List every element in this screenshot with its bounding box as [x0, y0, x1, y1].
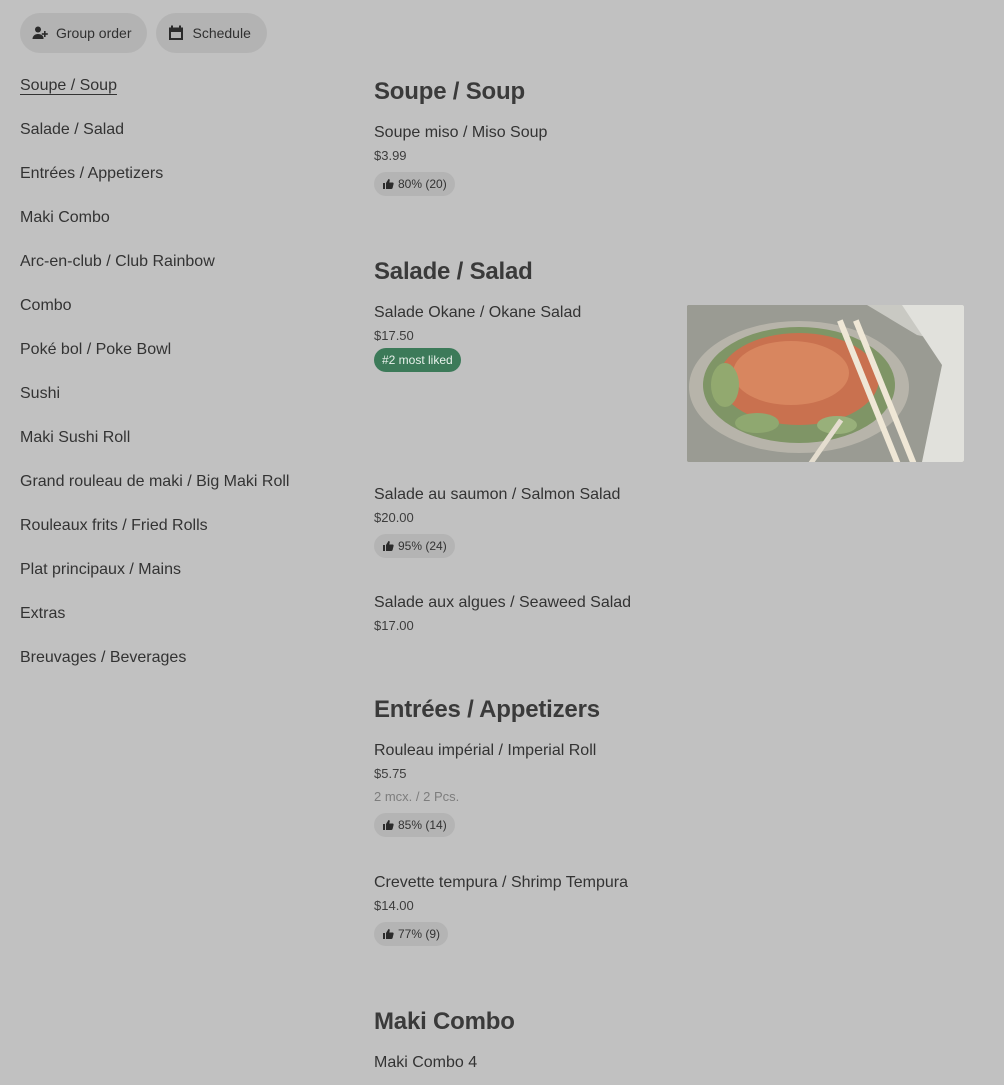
menu-item-salmon-salad[interactable]: Salade au saumon / Salmon Salad $20.00 9…	[374, 486, 964, 566]
item-name: Salade aux algues / Seaweed Salad	[374, 594, 632, 611]
item-price: $17.50	[374, 328, 414, 343]
item-name: Soupe miso / Miso Soup	[374, 124, 548, 141]
nav-item-extras[interactable]: Extras	[20, 602, 340, 646]
add-person-icon	[32, 25, 48, 41]
item-price: $5.75	[374, 766, 407, 781]
rating-text: 95% (24)	[398, 539, 447, 553]
nav-item-big-maki-roll[interactable]: Grand rouleau de maki / Big Maki Roll	[20, 470, 340, 514]
item-description: 2 mcx. / 2 Pcs.	[374, 789, 460, 804]
thumbs-up-icon	[383, 929, 394, 939]
item-name: Rouleau impérial / Imperial Roll	[374, 742, 597, 759]
rating-text: 77% (9)	[398, 927, 441, 941]
nav-item-salad[interactable]: Salade / Salad	[20, 118, 340, 162]
menu-item-imperial-roll[interactable]: Rouleau impérial / Imperial Roll $5.75 2…	[374, 742, 964, 846]
menu-item-okane-salad[interactable]: Salade Okane / Okane Salad $17.50 #2 mos…	[374, 304, 674, 384]
nav-item-label: Poké bol / Poke Bowl	[20, 341, 172, 358]
nav-item-beverages[interactable]: Breuvages / Beverages	[20, 646, 340, 690]
nav-item-label: Rouleaux frits / Fried Rolls	[20, 517, 208, 534]
item-name: Maki Combo 4	[374, 1054, 478, 1071]
category-nav: Soupe / Soup Salade / Salad Entrées / Ap…	[20, 74, 340, 690]
nav-item-sushi[interactable]: Sushi	[20, 382, 340, 426]
nav-item-poke-bowl[interactable]: Poké bol / Poke Bowl	[20, 338, 340, 382]
nav-item-mains[interactable]: Plat principaux / Mains	[20, 558, 340, 602]
nav-item-club-rainbow[interactable]: Arc-en-club / Club Rainbow	[20, 250, 340, 294]
section-title-salad: Salade / Salad	[374, 258, 533, 285]
nav-item-label: Extras	[20, 605, 66, 622]
rating-text: 80% (20)	[398, 177, 447, 191]
topbar: Group order Schedule	[20, 13, 267, 53]
nav-item-label: Entrées / Appetizers	[20, 165, 164, 182]
rating-badge: 95% (24)	[374, 534, 455, 558]
nav-item-label: Soupe / Soup	[20, 77, 117, 94]
item-name: Crevette tempura / Shrimp Tempura	[374, 874, 629, 891]
nav-item-label: Maki Sushi Roll	[20, 429, 131, 446]
nav-item-label: Combo	[20, 297, 72, 314]
group-order-label: Group order	[56, 25, 132, 41]
schedule-label: Schedule	[192, 25, 251, 41]
salad-image	[687, 305, 964, 462]
thumbs-up-icon	[383, 179, 394, 189]
item-price: $3.99	[374, 148, 407, 163]
thumbs-up-icon	[383, 820, 394, 830]
most-liked-badge: #2 most liked	[374, 348, 461, 372]
calendar-icon	[168, 25, 184, 41]
item-name: Salade au saumon / Salmon Salad	[374, 486, 621, 503]
nav-item-soup[interactable]: Soupe / Soup	[20, 74, 340, 118]
nav-item-label: Plat principaux / Mains	[20, 561, 181, 578]
nav-item-label: Maki Combo	[20, 209, 110, 226]
nav-item-label: Breuvages / Beverages	[20, 649, 187, 666]
item-price: $17.00	[374, 618, 414, 633]
okane-salad-photo[interactable]	[687, 305, 964, 462]
nav-item-label: Sushi	[20, 385, 61, 402]
nav-item-fried-rolls[interactable]: Rouleaux frits / Fried Rolls	[20, 514, 340, 558]
menu-item-seaweed-salad[interactable]: Salade aux algues / Seaweed Salad $17.00	[374, 594, 964, 650]
nav-item-combo[interactable]: Combo	[20, 294, 340, 338]
group-order-button[interactable]: Group order	[20, 13, 148, 53]
nav-item-label: Arc-en-club / Club Rainbow	[20, 253, 215, 270]
menu-item-maki-combo-4[interactable]: Maki Combo 4	[374, 1054, 964, 1084]
rating-text: 85% (14)	[398, 818, 447, 832]
rating-badge: 77% (9)	[374, 922, 449, 946]
thumbs-up-icon	[383, 541, 394, 551]
section-title-appetizers: Entrées / Appetizers	[374, 696, 600, 723]
item-price: $20.00	[374, 510, 414, 525]
nav-item-label: Salade / Salad	[20, 121, 125, 138]
rating-badge: 85% (14)	[374, 813, 455, 837]
menu-item-miso-soup[interactable]: Soupe miso / Miso Soup $3.99 80% (20)	[374, 124, 964, 204]
nav-item-maki-sushi-roll[interactable]: Maki Sushi Roll	[20, 426, 340, 470]
item-name: Salade Okane / Okane Salad	[374, 304, 582, 321]
schedule-button[interactable]: Schedule	[156, 13, 267, 53]
item-price: $14.00	[374, 898, 414, 913]
nav-item-label: Grand rouleau de maki / Big Maki Roll	[20, 473, 290, 490]
section-title-maki-combo: Maki Combo	[374, 1008, 515, 1035]
nav-item-maki-combo[interactable]: Maki Combo	[20, 206, 340, 250]
nav-item-appetizers[interactable]: Entrées / Appetizers	[20, 162, 340, 206]
section-title-soup: Soupe / Soup	[374, 78, 525, 105]
menu-item-shrimp-tempura[interactable]: Crevette tempura / Shrimp Tempura $14.00…	[374, 874, 964, 954]
rating-badge: 80% (20)	[374, 172, 455, 196]
